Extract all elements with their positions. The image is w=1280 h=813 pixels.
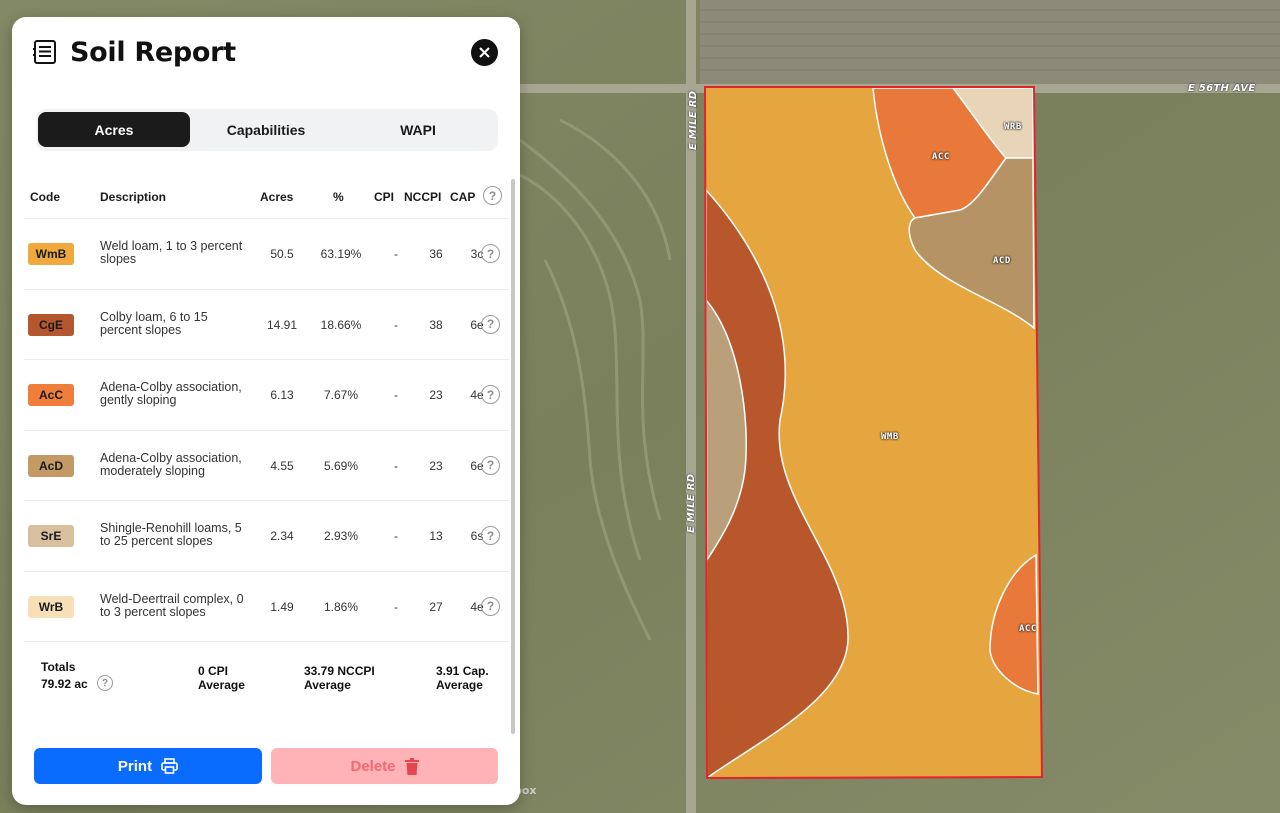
page-title: Soil Report [70, 36, 236, 68]
trash-icon [404, 757, 419, 775]
totals-cpi-value: 0 CPI [198, 664, 229, 678]
soil-nccpi: 27 [429, 599, 443, 614]
totals-row: Totals 79.92 ac ? 0 CPI Average 33.79 NC… [12, 647, 520, 707]
soil-code-badge: SrE [28, 525, 74, 547]
soil-code-badge: WrB [28, 595, 74, 618]
soil-table: Code Description Acres % CPI NCCPI CAP ?… [24, 179, 509, 642]
table-row: WrB Weld-Deertrail complex, 0 to 3 percen… [24, 572, 509, 642]
totals-nccpi-value: 33.79 NCCPI [304, 664, 375, 678]
col-description: Description [100, 190, 167, 204]
delete-label: Delete [350, 757, 396, 775]
panel-header: Soil Report [32, 35, 236, 69]
soil-cpi: - [394, 458, 398, 473]
soil-percent: 1.86% [323, 599, 359, 614]
soil-percent: 63.19% [320, 247, 362, 261]
soil-nccpi: 13 [429, 529, 443, 543]
row-help-icon[interactable]: ? [481, 455, 500, 475]
soil-nccpi: 38 [429, 317, 443, 332]
row-help-icon[interactable]: ? [481, 244, 500, 263]
report-icon [32, 38, 60, 66]
soil-acres: 6.13 [270, 388, 294, 402]
row-help-icon[interactable]: ? [481, 385, 500, 404]
totals-cap-sub: Average [436, 678, 483, 692]
print-button[interactable]: Print [34, 748, 262, 784]
row-help-icon[interactable]: ? [481, 596, 500, 616]
soil-label-acc-bottom: ACC [1019, 624, 1037, 634]
col-code: Code [30, 190, 60, 204]
printer-icon [161, 758, 178, 774]
row-help-icon[interactable]: ? [481, 314, 500, 334]
soil-description: Adena-Colby association, gently sloping [100, 380, 242, 407]
totals-cpi-sub: Average [198, 678, 245, 692]
soil-cpi: - [394, 317, 398, 332]
totals-help-icon[interactable]: ? [97, 675, 113, 691]
soil-acres: 1.49 [270, 599, 294, 614]
table-row: CgE Colby loam, 6 to 15 percent slopes 14.… [24, 290, 509, 360]
col-percent: % [333, 190, 344, 204]
tab-acres[interactable]: Acres [38, 112, 190, 147]
soil-code-badge: CgE [28, 313, 74, 336]
totals-cap: 3.91 Cap. Average [436, 664, 489, 692]
table-row: AcC Adena-Colby association, gently slopi… [24, 360, 509, 431]
soil-nccpi: 23 [429, 388, 443, 402]
totals-cpi: 0 CPI Average [198, 664, 245, 692]
soil-description: Adena-Colby association, moderately slop… [100, 450, 242, 478]
soil-percent: 7.67% [323, 388, 359, 402]
road-label-56th: E 56TH AVE [1188, 83, 1256, 94]
soil-label-wmb: WMB [881, 432, 899, 442]
totals-label: Totals [41, 660, 76, 674]
soil-cpi: - [394, 247, 398, 261]
soil-description: Weld-Deertrail complex, 0 to 3 percent s… [100, 591, 244, 619]
delete-button[interactable]: Delete [271, 748, 498, 784]
report-tabs: Acres Capabilities WAPI [36, 109, 498, 151]
totals-acres: 79.92 ac [41, 677, 88, 691]
soil-percent: 18.66% [320, 317, 362, 332]
col-cpi: CPI [374, 190, 395, 204]
totals-cap-value: 3.91 Cap. [436, 664, 489, 678]
table-row: WmB Weld loam, 1 to 3 percent slopes 50.5 6… [24, 219, 509, 290]
soil-acres: 14.91 [266, 317, 298, 332]
soil-code-badge: AcC [28, 384, 74, 406]
table-row: SrE Shingle-Renohill loams, 5 to 25 perce… [24, 501, 509, 572]
soil-cpi: - [394, 388, 398, 402]
col-nccpi: NCCPI [404, 190, 442, 204]
soil-acres: 2.34 [270, 529, 294, 543]
table-header: Code Description Acres % CPI NCCPI CAP ? [24, 179, 509, 219]
soil-cpi: - [394, 529, 398, 543]
tab-wapi[interactable]: WAPI [342, 112, 494, 147]
road-label-mile-lower: E MILE RD [686, 473, 697, 533]
col-acres: Acres [260, 190, 294, 204]
soil-description: Colby loam, 6 to 15 percent slopes [100, 309, 208, 337]
totals-nccpi-sub: Average [304, 678, 351, 692]
soil-label-wrb: WRB [1004, 122, 1022, 132]
tab-capabilities[interactable]: Capabilities [190, 112, 342, 147]
soil-code-badge: WmB [28, 243, 74, 265]
soil-description: Weld loam, 1 to 3 percent slopes [100, 239, 243, 266]
soil-code-badge: AcD [28, 454, 74, 477]
soil-acres: 50.5 [270, 247, 294, 261]
soil-label-acc-top: ACC [932, 152, 950, 162]
col-cap: CAP [450, 190, 476, 204]
close-icon [479, 47, 490, 58]
soil-report-panel: Soil Report Acres Capabilities WAPI Code… [12, 17, 520, 805]
soil-percent: 5.69% [323, 458, 359, 473]
soil-nccpi: 36 [429, 247, 443, 261]
help-icon[interactable]: ? [483, 186, 502, 205]
soil-description: Shingle-Renohill loams, 5 to 25 percent … [100, 521, 242, 548]
soil-nccpi: 23 [429, 458, 443, 473]
road-label-mile-upper: E MILE RD [688, 90, 699, 150]
table-row: AcD Adena-Colby association, moderately s… [24, 431, 509, 501]
close-button[interactable] [471, 39, 498, 66]
print-label: Print [117, 757, 153, 775]
totals-nccpi: 33.79 NCCPI Average [304, 664, 375, 692]
row-help-icon[interactable]: ? [481, 526, 500, 545]
soil-acres: 4.55 [270, 458, 294, 473]
soil-percent: 2.93% [323, 529, 359, 543]
soil-label-acd: ACD [993, 256, 1011, 266]
soil-cpi: - [394, 599, 398, 614]
